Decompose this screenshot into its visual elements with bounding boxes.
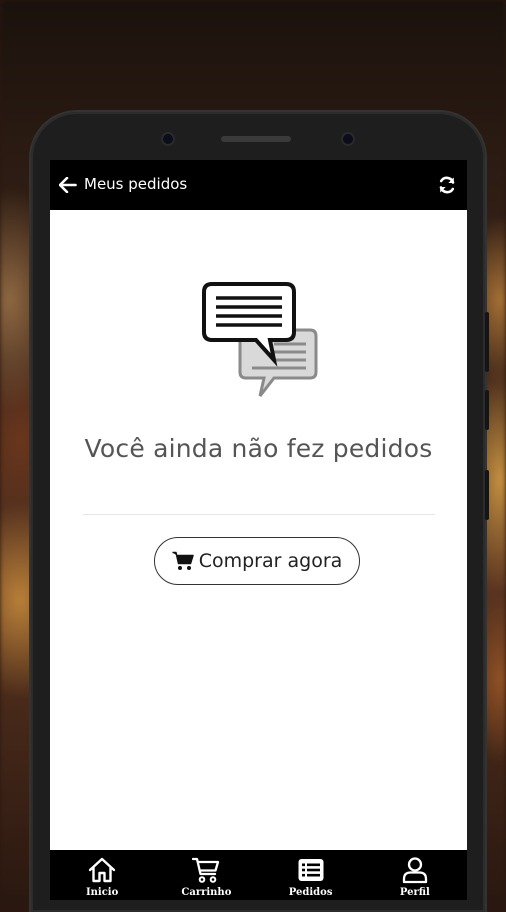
list-icon xyxy=(298,859,324,881)
home-icon xyxy=(88,857,116,883)
divider xyxy=(83,514,435,515)
buy-now-button[interactable]: Comprar agora xyxy=(154,537,360,585)
chat-bubbles-icon xyxy=(202,282,318,397)
nav-item-perfil[interactable]: Perfil xyxy=(375,850,455,898)
shopping-cart-icon xyxy=(172,551,194,570)
phone-side-button xyxy=(485,312,489,372)
page-title: Meus pedidos xyxy=(84,175,188,193)
nav-item-carrinho[interactable]: Carrinho xyxy=(166,850,246,898)
phone-side-button xyxy=(485,390,489,430)
phone-camera xyxy=(343,134,353,144)
phone-speaker xyxy=(221,136,291,142)
phone-sensor xyxy=(163,134,173,144)
arrow-left-icon[interactable] xyxy=(59,177,77,193)
nav-label: Inicio xyxy=(85,887,119,898)
nav-label: Pedidos xyxy=(288,887,333,898)
app-screen: Meus pedidos Você ainda não fez pedidos xyxy=(50,160,467,900)
nav-item-inicio[interactable]: Inicio xyxy=(62,850,142,898)
refresh-icon[interactable] xyxy=(437,175,457,195)
bottom-navigation: Inicio Carrinho Pedidos Perfil xyxy=(50,850,467,900)
buy-now-label: Comprar agora xyxy=(198,550,343,572)
phone-side-button xyxy=(485,470,489,520)
nav-label: Carrinho xyxy=(181,887,232,898)
user-icon xyxy=(402,857,428,884)
app-bar: Meus pedidos xyxy=(50,160,467,210)
nav-item-pedidos[interactable]: Pedidos xyxy=(271,850,351,898)
nav-label: Perfil xyxy=(399,887,430,898)
empty-state-message: Você ainda não fez pedidos xyxy=(84,434,433,463)
shopping-cart-icon xyxy=(192,857,220,883)
